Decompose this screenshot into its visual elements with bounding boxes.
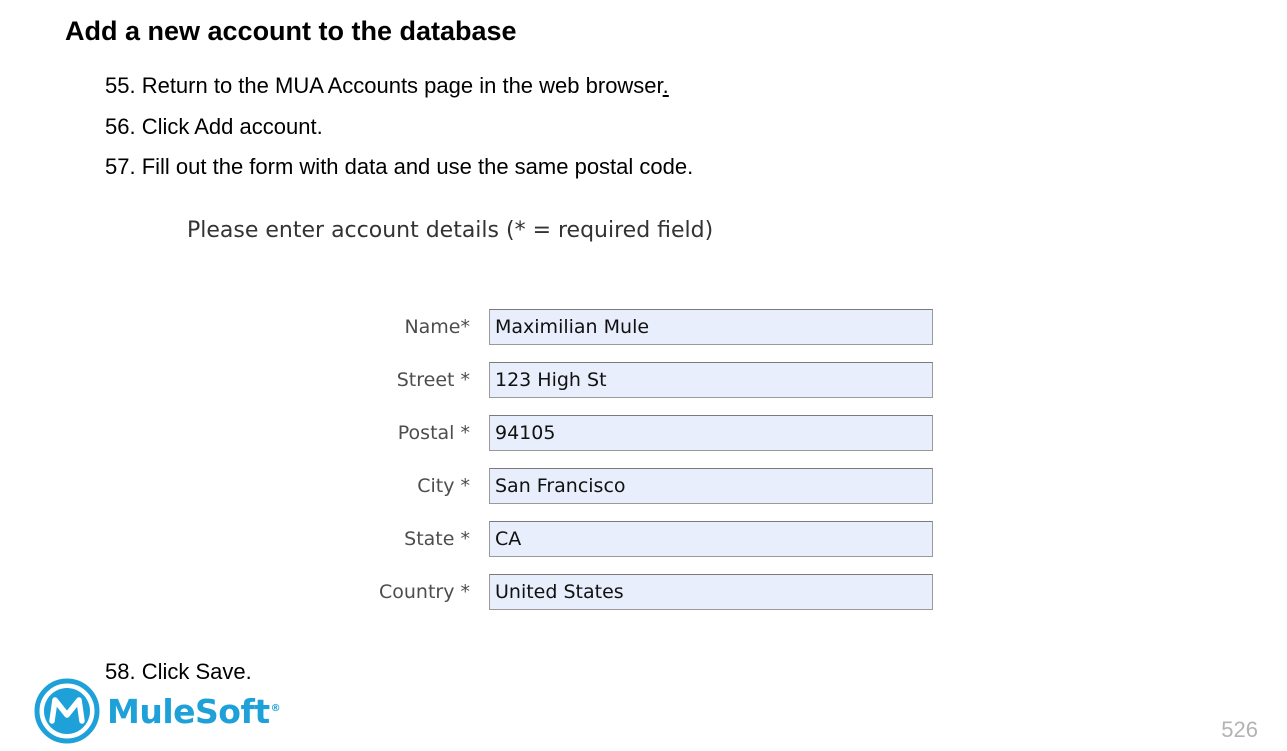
- country-input[interactable]: [489, 574, 933, 610]
- step-57: 57. Fill out the form with data and use …: [105, 154, 694, 179]
- logo-wordmark: MuleSoft®: [107, 691, 281, 731]
- postal-input[interactable]: [489, 415, 933, 451]
- logo-trademark: ®: [270, 702, 281, 714]
- street-input[interactable]: [489, 362, 933, 398]
- step-55: 55. Return to the MUA Accounts page in t…: [105, 72, 669, 100]
- form-row-street: Street *: [300, 362, 940, 415]
- account-form: Name* Street * Postal * City * State * C…: [300, 309, 940, 627]
- name-input[interactable]: [489, 309, 933, 345]
- form-row-name: Name*: [300, 309, 940, 362]
- logo-name: MuleSoft: [107, 691, 270, 731]
- city-input[interactable]: [489, 468, 933, 504]
- name-label: Name*: [404, 316, 470, 338]
- form-caption: Please enter account details (* = requir…: [187, 218, 714, 243]
- page-number: 526: [1221, 717, 1258, 742]
- form-row-country: Country *: [300, 574, 940, 627]
- state-label: State *: [404, 528, 470, 550]
- page-heading: Add a new account to the database: [65, 16, 517, 46]
- postal-label: Postal *: [397, 422, 470, 444]
- city-label: City *: [417, 475, 470, 497]
- state-input[interactable]: [489, 521, 933, 557]
- form-row-state: State *: [300, 521, 940, 574]
- step-56: 56. Click Add account.: [105, 114, 323, 139]
- country-label: Country *: [378, 581, 470, 603]
- form-row-postal: Postal *: [300, 415, 940, 468]
- mulesoft-logo: MuleSoft®: [34, 677, 281, 745]
- mulesoft-logo-icon: [34, 678, 100, 744]
- step-55-text: 55. Return to the MUA Accounts page in t…: [105, 73, 663, 98]
- form-row-city: City *: [300, 468, 940, 521]
- step-55-period: .: [662, 73, 669, 98]
- street-label: Street *: [396, 369, 470, 391]
